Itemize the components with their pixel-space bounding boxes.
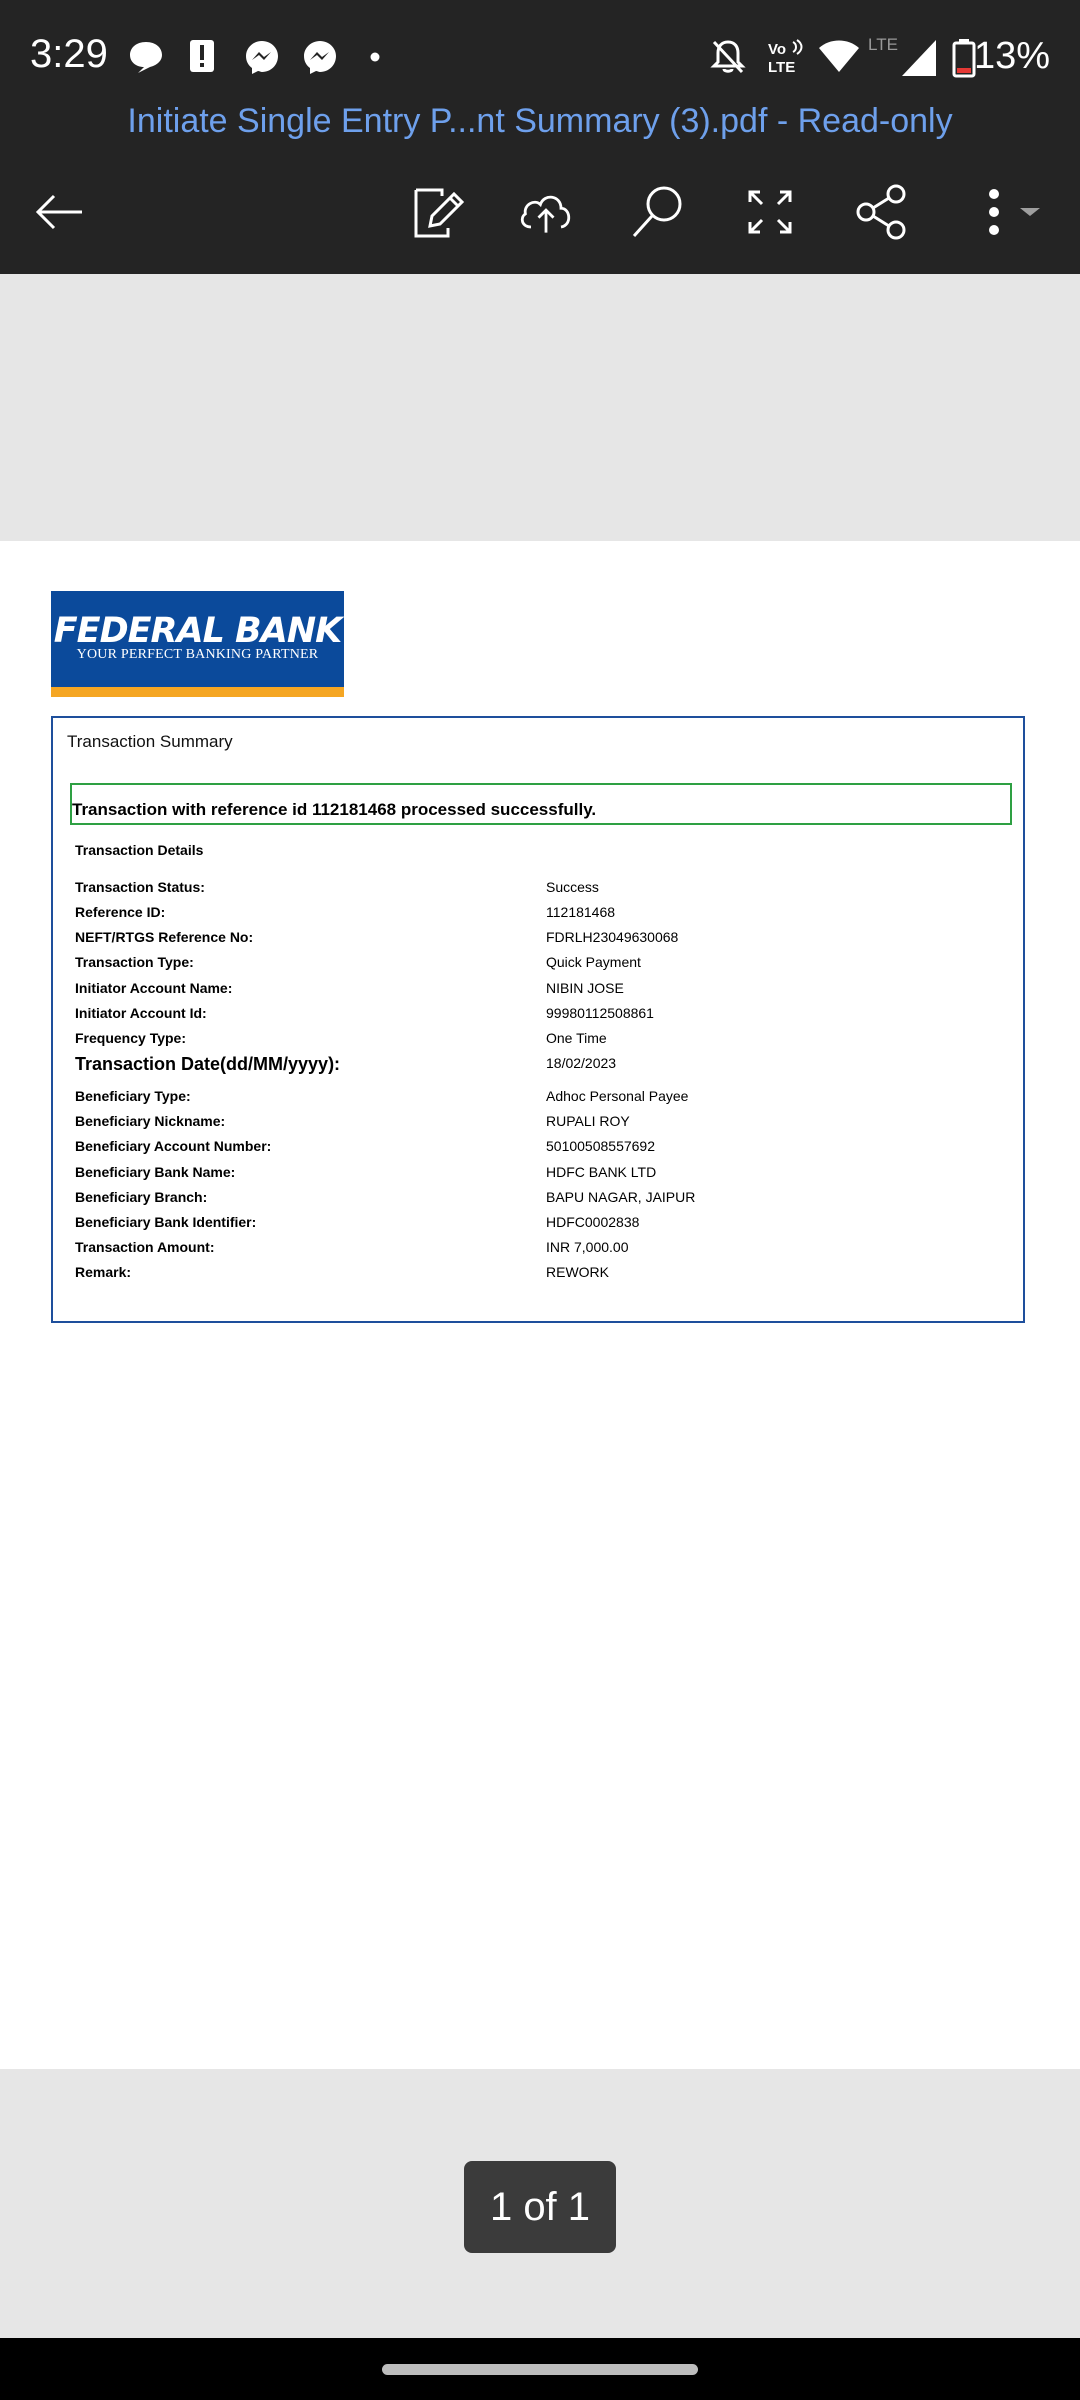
cloud-upload-icon[interactable] [516,182,576,242]
app-bar: 3:29 Vo LTE LTE 13% Initiate Single Entr… [0,0,1080,274]
details-heading: Transaction Details [75,842,204,858]
value-neft-rtgs-ref: FDRLH23049630068 [546,929,679,945]
label-beneficiary-bank-name: Beneficiary Bank Name: [75,1164,236,1180]
svg-text:LTE: LTE [868,35,898,54]
alert-notification-icon [190,40,214,72]
wifi-icon [819,40,859,72]
status-time: 3:29 [30,32,108,76]
value-beneficiary-bank-name: HDFC BANK LTD [546,1164,657,1180]
value-transaction-date: 18/02/2023 [546,1055,617,1071]
success-banner: Transaction with reference id 112181468 … [70,783,1012,825]
value-beneficiary-nickname: RUPALI ROY [546,1113,630,1129]
lte-signal-icon: LTE [868,35,936,76]
value-transaction-type: Quick Payment [546,954,641,970]
value-beneficiary-branch: BAPU NAGAR, JAIPUR [546,1189,696,1205]
more-notifications-dot-icon [370,52,380,62]
value-beneficiary-type: Adhoc Personal Payee [546,1088,689,1104]
notifications-off-icon [710,40,746,74]
label-reference-id: Reference ID: [75,904,166,920]
value-beneficiary-account-number: 50100508557692 [546,1138,656,1154]
label-initiator-account-name: Initiator Account Name: [75,980,233,996]
label-beneficiary-nickname: Beneficiary Nickname: [75,1113,226,1129]
logo-stripe [51,687,344,697]
label-neft-rtgs-ref: NEFT/RTGS Reference No: [75,929,254,945]
navigation-bar [0,2338,1080,2400]
logo-name: FEDERAL BANK [53,611,342,651]
edit-icon[interactable] [408,182,468,242]
search-icon[interactable] [628,182,688,242]
value-remark: REWORK [546,1264,609,1280]
document-title: Initiate Single Entry P...nt Summary (3)… [127,102,953,140]
label-beneficiary-bank-identifier: Beneficiary Bank Identifier: [75,1214,257,1230]
value-beneficiary-bank-identifier: HDFC0002838 [546,1214,640,1230]
label-transaction-date: Transaction Date(dd/MM/yyyy): [75,1054,341,1074]
label-transaction-type: Transaction Type: [75,954,194,970]
home-gesture-pill[interactable] [382,2364,698,2375]
label-transaction-amount: Transaction Amount: [75,1239,215,1255]
value-initiator-account-name: NIBIN JOSE [546,980,624,996]
label-beneficiary-type: Beneficiary Type: [75,1088,191,1104]
battery-percentage: 13% [973,35,1050,77]
label-remark: Remark: [75,1264,132,1280]
svg-text:Vo: Vo [768,41,786,58]
federal-bank-logo: FEDERAL BANK YOUR PERFECT BANKING PARTNE… [51,591,344,697]
label-beneficiary-branch: Beneficiary Branch: [75,1189,208,1205]
volte-icon: Vo LTE [768,39,803,76]
success-message: Transaction with reference id 112181468 … [72,800,597,819]
value-reference-id: 112181468 [546,904,616,920]
value-transaction-amount: INR 7,000.00 [546,1239,629,1255]
label-beneficiary-account-number: Beneficiary Account Number: [75,1138,272,1154]
value-initiator-account-id: 99980112508861 [546,1005,654,1021]
value-transaction-status: Success [546,879,599,895]
logo-tagline: YOUR PERFECT BANKING PARTNER [76,647,319,662]
label-frequency-type: Frequency Type: [75,1030,186,1046]
label-initiator-account-id: Initiator Account Id: [75,1005,207,1021]
more-vert-icon[interactable] [976,182,1046,242]
fullscreen-icon[interactable] [740,182,800,242]
label-transaction-status: Transaction Status: [75,879,205,895]
page-indicator: 1 of 1 [464,2161,616,2253]
back-arrow-icon[interactable] [30,182,90,242]
battery-icon [952,39,976,78]
share-icon[interactable] [852,182,912,242]
summary-title: Transaction Summary [67,732,233,751]
chat-bubble-icon [130,42,162,73]
transaction-summary-box: Transaction Summary Transaction with ref… [51,716,1025,1323]
status-bar: 3:29 Vo LTE LTE 13% [0,0,1080,118]
svg-text:LTE: LTE [768,59,795,76]
messenger-icon [246,41,278,74]
messenger-icon-2 [304,41,336,74]
value-frequency-type: One Time [546,1030,607,1046]
